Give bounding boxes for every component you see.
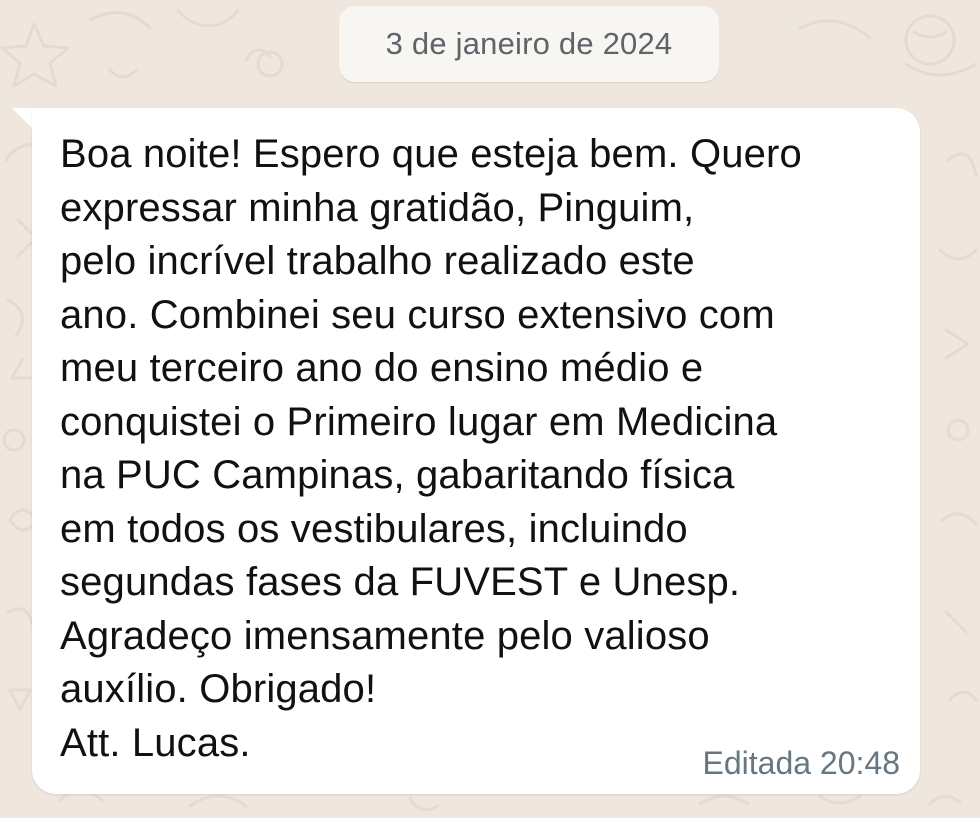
- message-text: Boa noite! Espero que esteja bem. Quero …: [60, 132, 802, 765]
- message-bubble[interactable]: Boa noite! Espero que esteja bem. Quero …: [32, 108, 920, 794]
- message-time: 20:48: [819, 745, 900, 781]
- date-separator: 3 de janeiro de 2024: [339, 6, 719, 82]
- edited-label: Editada: [702, 745, 812, 781]
- date-separator-label: 3 de janeiro de 2024: [385, 26, 673, 61]
- message-meta: Editada 20:48: [703, 745, 901, 782]
